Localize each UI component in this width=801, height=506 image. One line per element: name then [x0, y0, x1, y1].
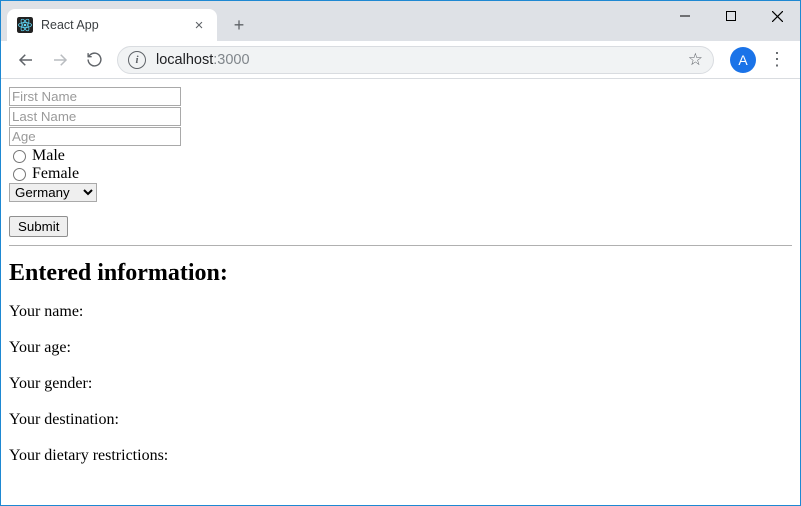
tab-strip: React App × +	[1, 1, 253, 41]
destination-select[interactable]: Germany	[9, 183, 97, 202]
address-bar[interactable]: i localhost:3000 ☆	[117, 46, 714, 74]
gender-male-radio[interactable]	[13, 150, 26, 163]
browser-menu-button[interactable]: ⋮	[762, 49, 792, 70]
tab-title: React App	[41, 18, 191, 32]
gender-female-radio[interactable]	[13, 168, 26, 181]
age-input[interactable]	[9, 127, 181, 146]
avatar-letter: A	[738, 52, 747, 68]
minimize-button[interactable]	[662, 1, 708, 31]
page-content: Male Female Germany Submit Entered infor…	[1, 79, 800, 491]
react-logo-icon	[17, 17, 33, 33]
profile-avatar[interactable]: A	[730, 47, 756, 73]
window-controls	[662, 1, 800, 41]
output-diet: Your dietary restrictions:	[9, 447, 792, 465]
gender-male-label: Male	[32, 147, 65, 165]
reload-button[interactable]	[77, 43, 111, 77]
gender-female-option[interactable]: Female	[13, 165, 792, 183]
back-button[interactable]	[9, 43, 43, 77]
last-name-input[interactable]	[9, 107, 181, 126]
bookmark-star-icon[interactable]: ☆	[688, 50, 703, 70]
divider	[9, 245, 792, 246]
output-destination: Your destination:	[9, 411, 792, 429]
maximize-button[interactable]	[708, 1, 754, 31]
forward-button[interactable]	[43, 43, 77, 77]
first-name-input[interactable]	[9, 87, 181, 106]
entered-info-heading: Entered information:	[9, 260, 792, 287]
close-window-button[interactable]	[754, 1, 800, 31]
browser-toolbar: i localhost:3000 ☆ A ⋮	[1, 41, 800, 79]
window-titlebar: React App × +	[1, 1, 800, 41]
browser-tab[interactable]: React App ×	[7, 9, 217, 41]
new-tab-button[interactable]: +	[225, 11, 253, 39]
close-tab-icon[interactable]: ×	[191, 17, 207, 33]
output-age: Your age:	[9, 339, 792, 357]
submit-button[interactable]: Submit	[9, 216, 68, 237]
output-gender: Your gender:	[9, 375, 792, 393]
output-name: Your name:	[9, 303, 792, 321]
gender-male-option[interactable]: Male	[13, 147, 792, 165]
gender-female-label: Female	[32, 165, 79, 183]
site-info-icon[interactable]: i	[128, 51, 146, 69]
url-text: localhost:3000	[156, 52, 250, 68]
